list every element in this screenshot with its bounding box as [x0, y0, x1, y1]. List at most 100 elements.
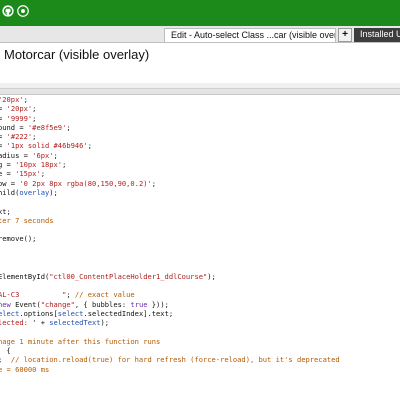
code-editor[interactable]: '20px'; = '20px'; = '9999'; ound = '#e8f5e9…	[0, 95, 400, 400]
code-token: '20px'	[0, 95, 24, 104]
code-token: {	[6, 346, 11, 356]
code-token: ;	[66, 290, 75, 300]
code-token: .options[	[19, 308, 58, 318]
code-line[interactable]: = '9999';	[0, 114, 340, 123]
code-line[interactable]: hild(overlay);	[0, 188, 340, 197]
code-line[interactable]: adius = '6px';	[0, 151, 340, 160]
code-token: Event(	[15, 299, 41, 309]
code-line[interactable]: xt;	[0, 207, 340, 216]
code-line[interactable]: '20px';	[0, 95, 340, 104]
code-token: ;	[32, 104, 37, 114]
code-line[interactable]: = '1px solid #46b946';	[0, 141, 340, 150]
code-token: "ctl00_ContentPlaceHolder1_ddlCourse"	[49, 271, 208, 281]
code-line[interactable]	[0, 327, 340, 336]
code-line[interactable]: nage 1 minute after this function runs	[0, 337, 340, 346]
top-header-bar	[0, 0, 400, 26]
code-token: e = 60000 ms	[0, 364, 50, 374]
code-line[interactable]: ow = '0 2px 8px rgba(80,150,90,0.2)';	[0, 179, 340, 188]
code-token: ElementById(	[0, 271, 50, 281]
code-token: '1px solid #46b946'	[6, 141, 88, 151]
code-line[interactable]: ; // location.reload(true) for hard refr…	[0, 355, 340, 364]
code-token: ;	[23, 95, 28, 104]
code-token: elect	[0, 308, 20, 318]
code-line[interactable]: g = '10px 18px';	[0, 160, 340, 169]
code-token: xt;	[0, 206, 11, 216]
page-title: Motorcar (visible overlay)	[4, 47, 150, 62]
code-token: ter 7 seconds	[0, 215, 54, 225]
code-token: adius =	[0, 150, 33, 160]
code-line[interactable]	[0, 374, 340, 383]
code-line[interactable]: lected: ' + selectedText);	[0, 318, 340, 327]
new-tab-button[interactable]: +	[338, 28, 352, 42]
header-icons	[2, 5, 29, 17]
code-token: nage 1 minute after this function runs	[0, 336, 161, 346]
code-token: '6px'	[32, 150, 54, 160]
code-token: selectedText	[49, 318, 101, 328]
code-token: overlay	[19, 187, 50, 197]
code-token: ;	[53, 150, 58, 160]
github-icon[interactable]	[2, 5, 14, 17]
code-token: );	[207, 271, 216, 281]
code-token: ound =	[0, 122, 28, 132]
code-token: ;	[66, 122, 71, 132]
code-token: '#e8f5e9'	[27, 122, 67, 132]
code-token: '#222'	[6, 132, 33, 142]
tab-installed-userscripts[interactable]: Installed Us	[354, 28, 400, 42]
code-token: ;	[40, 169, 45, 179]
code-line[interactable]: e = 60000 ms	[0, 365, 340, 374]
code-token: g =	[0, 160, 11, 170]
code-token: );	[100, 318, 110, 328]
code-token: // exact value	[74, 290, 135, 300]
code-token: ;	[87, 141, 92, 151]
code-content[interactable]: '20px'; = '20px'; = '9999'; ound = '#e8f5e9…	[0, 95, 340, 400]
code-line[interactable]: new Event("change", { bubbles: true }));	[0, 300, 340, 309]
code-token: ;	[151, 178, 157, 188]
code-token: '9999'	[6, 113, 33, 123]
code-line[interactable]	[0, 225, 340, 234]
settings-icon[interactable]	[17, 5, 29, 17]
code-token: ;	[32, 132, 37, 142]
code-token: hild(	[0, 187, 20, 197]
code-line[interactable]: ound = '#e8f5e9';	[0, 123, 340, 132]
code-token: ' +	[32, 318, 50, 328]
code-token: '20px'	[6, 104, 33, 114]
code-line[interactable]	[0, 253, 340, 262]
code-token: // location.reload(true) for hard refres…	[10, 355, 340, 365]
code-token: remove();	[0, 234, 37, 244]
code-line[interactable]	[0, 197, 340, 206]
code-token: '10px 18px'	[15, 160, 63, 170]
code-token: lected:	[0, 318, 33, 328]
code-token: "change"	[40, 299, 75, 309]
code-line[interactable]: e = '15px';	[0, 169, 340, 178]
code-token: , { bubbles:	[74, 299, 131, 309]
code-token: '0 2px 8px rgba(80,150,90,0.2)'	[19, 178, 152, 188]
code-token: ;	[32, 113, 37, 123]
code-line[interactable]	[0, 244, 340, 253]
code-token: select	[57, 308, 84, 318]
tab-edit-script[interactable]: Edit - Auto-select Class ...car (visible…	[164, 28, 336, 42]
code-line[interactable]: remove();	[0, 234, 340, 243]
code-line[interactable]: elect.options[select.selectedIndex].text…	[0, 309, 340, 318]
code-token: ;	[0, 355, 11, 364]
script-title-bar: Motorcar (visible overlay)	[0, 43, 400, 83]
code-token: true	[130, 299, 148, 309]
code-line[interactable]	[0, 383, 340, 392]
code-token: ;	[62, 160, 67, 170]
code-line[interactable]: = '20px';	[0, 104, 340, 113]
code-line[interactable]	[0, 262, 340, 271]
code-token: new	[0, 299, 11, 309]
tab-strip: Edit - Auto-select Class ...car (visible…	[0, 26, 400, 43]
code-line[interactable]: ter 7 seconds	[0, 216, 340, 225]
code-token: e =	[0, 169, 11, 179]
code-token: '15px'	[15, 169, 41, 179]
code-token: .selectedIndex].text;	[83, 308, 174, 318]
code-line[interactable]: = '#222';	[0, 132, 340, 141]
code-token: AL-C3	[0, 290, 20, 300]
code-line[interactable]: AL-C3 "; // exact value	[0, 290, 340, 299]
code-line[interactable]	[0, 393, 340, 400]
code-token: );	[49, 187, 58, 197]
code-token: }));	[147, 299, 169, 309]
code-line[interactable]: ElementById("ctl00_ContentPlaceHolder1_d…	[0, 272, 340, 281]
code-line[interactable]: {	[0, 346, 340, 355]
code-line[interactable]	[0, 281, 340, 290]
